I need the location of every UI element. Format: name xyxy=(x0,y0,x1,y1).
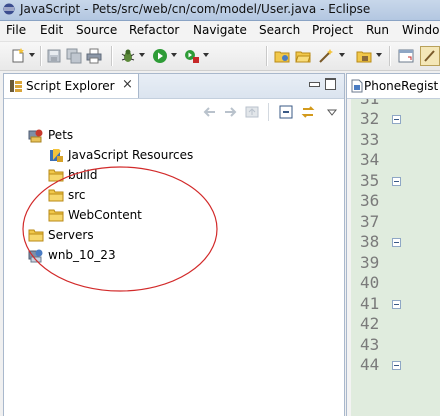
open-type-icon[interactable] xyxy=(274,48,290,64)
explorer-view-toolbar xyxy=(4,99,344,123)
menu-file[interactable]: File xyxy=(6,23,26,37)
debug-icon[interactable] xyxy=(120,48,136,64)
open-perspective-icon[interactable] xyxy=(398,48,414,64)
tree-item-label: wnb_10_23 xyxy=(48,248,116,262)
menu-source[interactable]: Source xyxy=(76,23,117,37)
new-dropdown-icon[interactable] xyxy=(29,53,35,57)
tree-item-label: Pets xyxy=(48,128,74,142)
editor-area: PhoneRegist 31 32 33 34 35 36 37 38 39 4… xyxy=(346,73,440,416)
back-arrow-icon[interactable] xyxy=(202,104,218,120)
javascript-resources-icon xyxy=(50,149,63,162)
save-all-icon[interactable] xyxy=(66,48,82,64)
tree-item-label: Servers xyxy=(48,228,94,242)
tree-item-label: WebContent xyxy=(68,208,142,222)
eclipse-app-icon xyxy=(3,3,15,15)
print-icon[interactable] xyxy=(86,48,102,64)
window-title: JavaScript - Pets/src/web/cn/com/model/U… xyxy=(20,2,371,16)
line-number: 35 xyxy=(360,171,380,190)
line-number: 36 xyxy=(360,191,380,210)
package-dropdown-icon[interactable] xyxy=(376,53,382,57)
fold-toggle-icon[interactable] xyxy=(392,115,401,124)
fold-toggle-icon[interactable] xyxy=(392,300,401,309)
title-bar: JavaScript - Pets/src/web/cn/com/model/U… xyxy=(0,0,440,21)
line-number: 37 xyxy=(360,212,380,231)
external-tools-dropdown-icon[interactable] xyxy=(203,53,209,57)
folder-icon xyxy=(48,209,64,222)
line-number: 31 xyxy=(360,99,379,109)
tree-item-label: build xyxy=(68,168,98,182)
java-file-icon xyxy=(351,79,363,93)
code-area[interactable]: 31 32 33 34 35 36 37 38 39 40 41 42 43 4… xyxy=(351,99,440,416)
editor-tab-label: PhoneRegist xyxy=(364,79,439,93)
menu-run[interactable]: Run xyxy=(366,23,389,37)
menu-refactor[interactable]: Refactor xyxy=(129,23,179,37)
run-icon[interactable] xyxy=(152,48,168,64)
line-number: 34 xyxy=(360,150,380,169)
tree-item-label: src xyxy=(68,188,86,202)
debug-dropdown-icon[interactable] xyxy=(139,53,145,57)
main-toolbar xyxy=(0,42,440,71)
fold-toggle-icon[interactable] xyxy=(392,238,401,247)
run-dropdown-icon[interactable] xyxy=(171,53,177,57)
view-menu-icon[interactable] xyxy=(324,104,340,120)
menu-window[interactable]: Windo xyxy=(402,23,440,37)
line-number: 42 xyxy=(360,314,380,333)
menu-edit[interactable]: Edit xyxy=(40,23,63,37)
line-number: 44 xyxy=(360,355,380,374)
tab-script-explorer[interactable]: Script Explorer × xyxy=(4,74,139,98)
link-with-editor-icon[interactable] xyxy=(300,104,316,120)
maximize-view-button[interactable] xyxy=(325,78,336,90)
fold-toggle-icon[interactable] xyxy=(392,177,401,186)
script-explorer-view: Script Explorer × Pets JavaScript Resour… xyxy=(3,73,345,416)
save-icon[interactable] xyxy=(46,48,62,64)
minimize-view-button[interactable] xyxy=(309,82,320,87)
collapse-all-icon[interactable] xyxy=(278,104,294,120)
line-number: 32 xyxy=(360,109,380,128)
external-tools-icon[interactable] xyxy=(184,48,200,64)
line-number: 38 xyxy=(360,232,380,251)
wand-icon[interactable] xyxy=(318,48,334,64)
menu-project[interactable]: Project xyxy=(312,23,353,37)
line-number: 43 xyxy=(360,335,380,354)
project-icon xyxy=(28,249,43,263)
javascript-perspective-icon[interactable] xyxy=(420,46,440,66)
folder-icon xyxy=(48,169,64,182)
menu-navigate[interactable]: Navigate xyxy=(193,23,247,37)
line-number: 33 xyxy=(360,130,380,149)
new-file-icon[interactable] xyxy=(10,48,26,64)
menu-bar: File Edit Source Refactor Navigate Searc… xyxy=(0,21,440,42)
up-folder-icon[interactable] xyxy=(244,104,260,120)
script-explorer-tab-label: Script Explorer xyxy=(26,79,115,93)
close-icon[interactable]: × xyxy=(122,78,133,92)
folder-icon xyxy=(48,189,64,202)
script-explorer-icon xyxy=(10,80,22,92)
line-number: 41 xyxy=(360,294,380,313)
tab-phoneregist[interactable]: PhoneRegist xyxy=(347,74,440,98)
wand-dropdown-icon[interactable] xyxy=(339,53,345,57)
menu-search[interactable]: Search xyxy=(259,23,300,37)
line-number: 40 xyxy=(360,273,380,292)
tree-item-label: JavaScript Resources xyxy=(68,148,194,162)
package-folder-icon[interactable] xyxy=(356,48,372,64)
forward-arrow-icon[interactable] xyxy=(222,104,238,120)
project-icon xyxy=(28,129,43,143)
fold-toggle-icon[interactable] xyxy=(392,361,401,370)
folder-icon xyxy=(28,229,44,242)
line-number: 39 xyxy=(360,253,380,272)
open-folder-icon[interactable] xyxy=(295,48,311,64)
